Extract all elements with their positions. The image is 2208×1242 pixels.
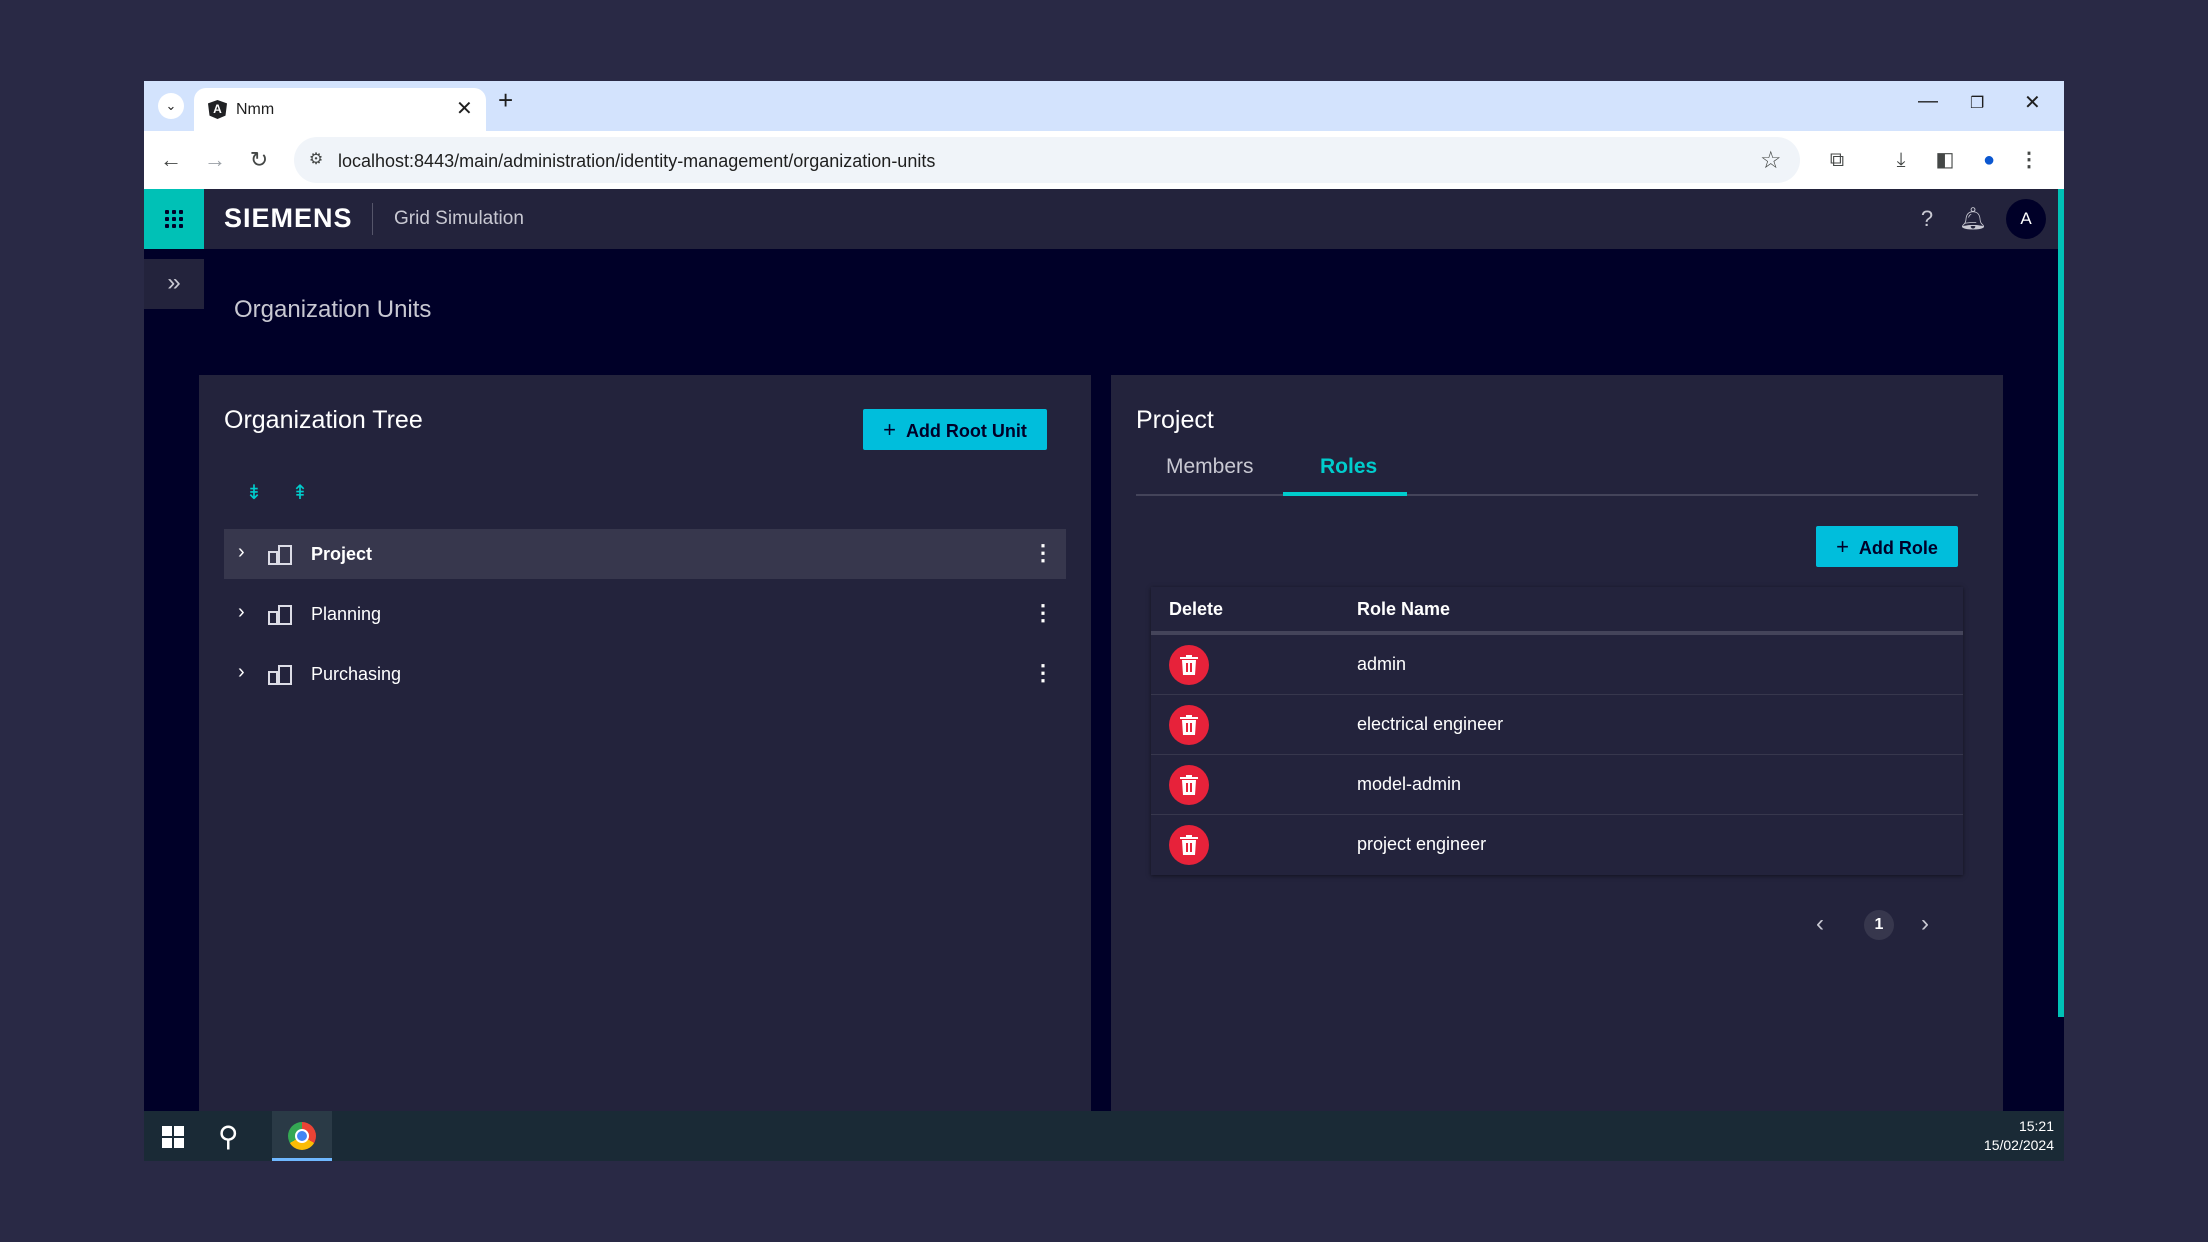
- restore-button[interactable]: ❐: [1970, 93, 1984, 113]
- add-role-label: Add Role: [1858, 538, 1938, 558]
- delete-role-button[interactable]: [1169, 765, 1209, 805]
- site-info-icon[interactable]: ⚙: [304, 148, 328, 172]
- organization-tree-title: Organization Tree: [224, 406, 423, 434]
- table-header: Delete Role Name: [1151, 587, 1963, 635]
- trash-icon: [1180, 715, 1198, 735]
- bell-icon[interactable]: 🔔︎: [1958, 204, 1988, 234]
- add-root-unit-button[interactable]: + Add Root Unit: [863, 409, 1047, 450]
- pagination-page[interactable]: 1: [1864, 910, 1894, 940]
- header-divider: [372, 203, 373, 235]
- trash-icon: [1180, 655, 1198, 675]
- reload-icon[interactable]: ↻: [244, 145, 274, 175]
- url-text[interactable]: localhost:8443/main/administration/ident…: [338, 151, 935, 172]
- trash-icon: [1180, 835, 1198, 855]
- trash-icon: [1180, 775, 1198, 795]
- angular-icon: A: [208, 100, 227, 119]
- profile-icon[interactable]: ●: [1974, 145, 2004, 175]
- tab-search-chevron-down-icon[interactable]: ⌄: [158, 93, 184, 119]
- building-icon: [268, 665, 292, 685]
- tree-node-label: Purchasing: [311, 664, 402, 684]
- delete-role-button[interactable]: [1169, 705, 1209, 745]
- table-row: model-admin: [1151, 755, 1963, 815]
- tab-strip: ⌄ A Nmm ✕ + — ❐ ✕: [144, 81, 2064, 131]
- tab-roles[interactable]: Roles: [1320, 455, 1377, 479]
- browser-toolbar: ← → ↻ ⚙ localhost:8443/main/administrati…: [144, 131, 2064, 189]
- avatar[interactable]: A: [2006, 199, 2046, 239]
- table-row: electrical engineer: [1151, 695, 1963, 755]
- pagination-next-icon[interactable]: ›: [1921, 910, 1929, 938]
- chevron-right-icon[interactable]: ›: [238, 661, 245, 684]
- tree-node-planning[interactable]: › Planning ⋮: [224, 589, 1066, 639]
- role-name: electrical engineer: [1357, 714, 1504, 734]
- role-name: model-admin: [1357, 774, 1462, 794]
- system-clock[interactable]: 15:21 15/02/2024: [1944, 1117, 2054, 1155]
- organization-tree-panel: Organization Tree + Add Root Unit ⇟ ⇞ › P…: [199, 375, 1091, 1161]
- chevron-right-icon[interactable]: ›: [238, 541, 245, 564]
- kebab-icon[interactable]: ⋮: [1032, 660, 1054, 686]
- browser-menu-kebab-icon[interactable]: ⋮: [2014, 145, 2044, 175]
- building-icon: [268, 545, 292, 565]
- expand-all-icon[interactable]: ⇟: [237, 477, 271, 509]
- windows-start-icon[interactable]: [162, 1126, 184, 1148]
- tab-members[interactable]: Members: [1166, 455, 1254, 479]
- double-chevron-right-icon[interactable]: »: [144, 259, 204, 309]
- role-name: project engineer: [1357, 834, 1487, 854]
- sidepanel-icon[interactable]: ◧: [1930, 145, 1960, 175]
- browser-window: ⌄ A Nmm ✕ + — ❐ ✕ ← → ↻ ⚙ localhost:8443…: [144, 81, 2064, 1161]
- collapse-all-icon[interactable]: ⇞: [283, 477, 317, 509]
- tree-node-project[interactable]: › Project ⋮: [224, 529, 1066, 579]
- app-launcher-icon[interactable]: [144, 189, 204, 249]
- building-icon: [268, 605, 292, 625]
- scrollbar[interactable]: [2058, 189, 2064, 1017]
- kebab-icon[interactable]: ⋮: [1032, 540, 1054, 566]
- delete-role-button[interactable]: [1169, 645, 1209, 685]
- kebab-icon[interactable]: ⋮: [1032, 600, 1054, 626]
- app-header: SIEMENS Grid Simulation ? 🔔︎ A: [144, 189, 2064, 249]
- tab-title: Nmm: [236, 101, 275, 118]
- tree-node-label: Project: [311, 544, 373, 564]
- roles-table: Delete Role Name admin electrical engine…: [1151, 587, 1963, 875]
- unit-details-panel: Project Members Roles + Add Role Delete R…: [1111, 375, 2003, 1161]
- browser-tab[interactable]: A Nmm ✕: [194, 88, 486, 131]
- help-icon[interactable]: ?: [1912, 204, 1942, 234]
- tabs-divider: [1136, 494, 1978, 496]
- page-title: Organization Units: [234, 296, 432, 323]
- tab-close-icon[interactable]: ✕: [456, 96, 473, 121]
- minimize-button[interactable]: —: [1918, 90, 1938, 113]
- chrome-icon[interactable]: [272, 1111, 332, 1161]
- table-row: project engineer: [1151, 815, 1963, 875]
- star-icon[interactable]: ☆: [1760, 146, 1782, 175]
- search-icon[interactable]: ⚲: [218, 1120, 239, 1153]
- brand-logo: SIEMENS: [224, 203, 353, 233]
- add-role-button[interactable]: + Add Role: [1816, 526, 1958, 567]
- column-header-delete[interactable]: Delete: [1169, 599, 1223, 620]
- taskbar: ⚲ 15:21 15/02/2024: [144, 1111, 2064, 1161]
- download-icon[interactable]: ⤓: [1886, 145, 1916, 175]
- plus-icon: +: [1836, 534, 1849, 559]
- address-bar[interactable]: ⚙ localhost:8443/main/administration/ide…: [294, 137, 1800, 183]
- add-root-unit-label: Add Root Unit: [905, 421, 1027, 441]
- pagination-prev-icon[interactable]: ‹: [1816, 910, 1824, 938]
- clock-time: 15:21: [2018, 1118, 2054, 1134]
- tree-node-purchasing[interactable]: › Purchasing ⋮: [224, 649, 1066, 699]
- active-tab-indicator: [1283, 492, 1407, 496]
- forward-icon[interactable]: →: [200, 145, 230, 175]
- chevron-right-icon[interactable]: ›: [238, 601, 245, 624]
- clock-date: 15/02/2024: [1983, 1137, 2054, 1153]
- column-header-role-name[interactable]: Role Name: [1357, 599, 1450, 620]
- app-name: Grid Simulation: [394, 208, 524, 229]
- unit-title: Project: [1136, 406, 1214, 434]
- window-close-button[interactable]: ✕: [2024, 90, 2041, 115]
- back-icon[interactable]: ←: [156, 145, 186, 175]
- table-row: admin: [1151, 635, 1963, 695]
- delete-role-button[interactable]: [1169, 825, 1209, 865]
- plus-icon: +: [883, 417, 896, 442]
- tree-node-label: Planning: [311, 604, 382, 624]
- role-name: admin: [1357, 654, 1407, 674]
- extensions-icon[interactable]: ⧉: [1822, 145, 1852, 175]
- new-tab-button[interactable]: +: [498, 85, 513, 116]
